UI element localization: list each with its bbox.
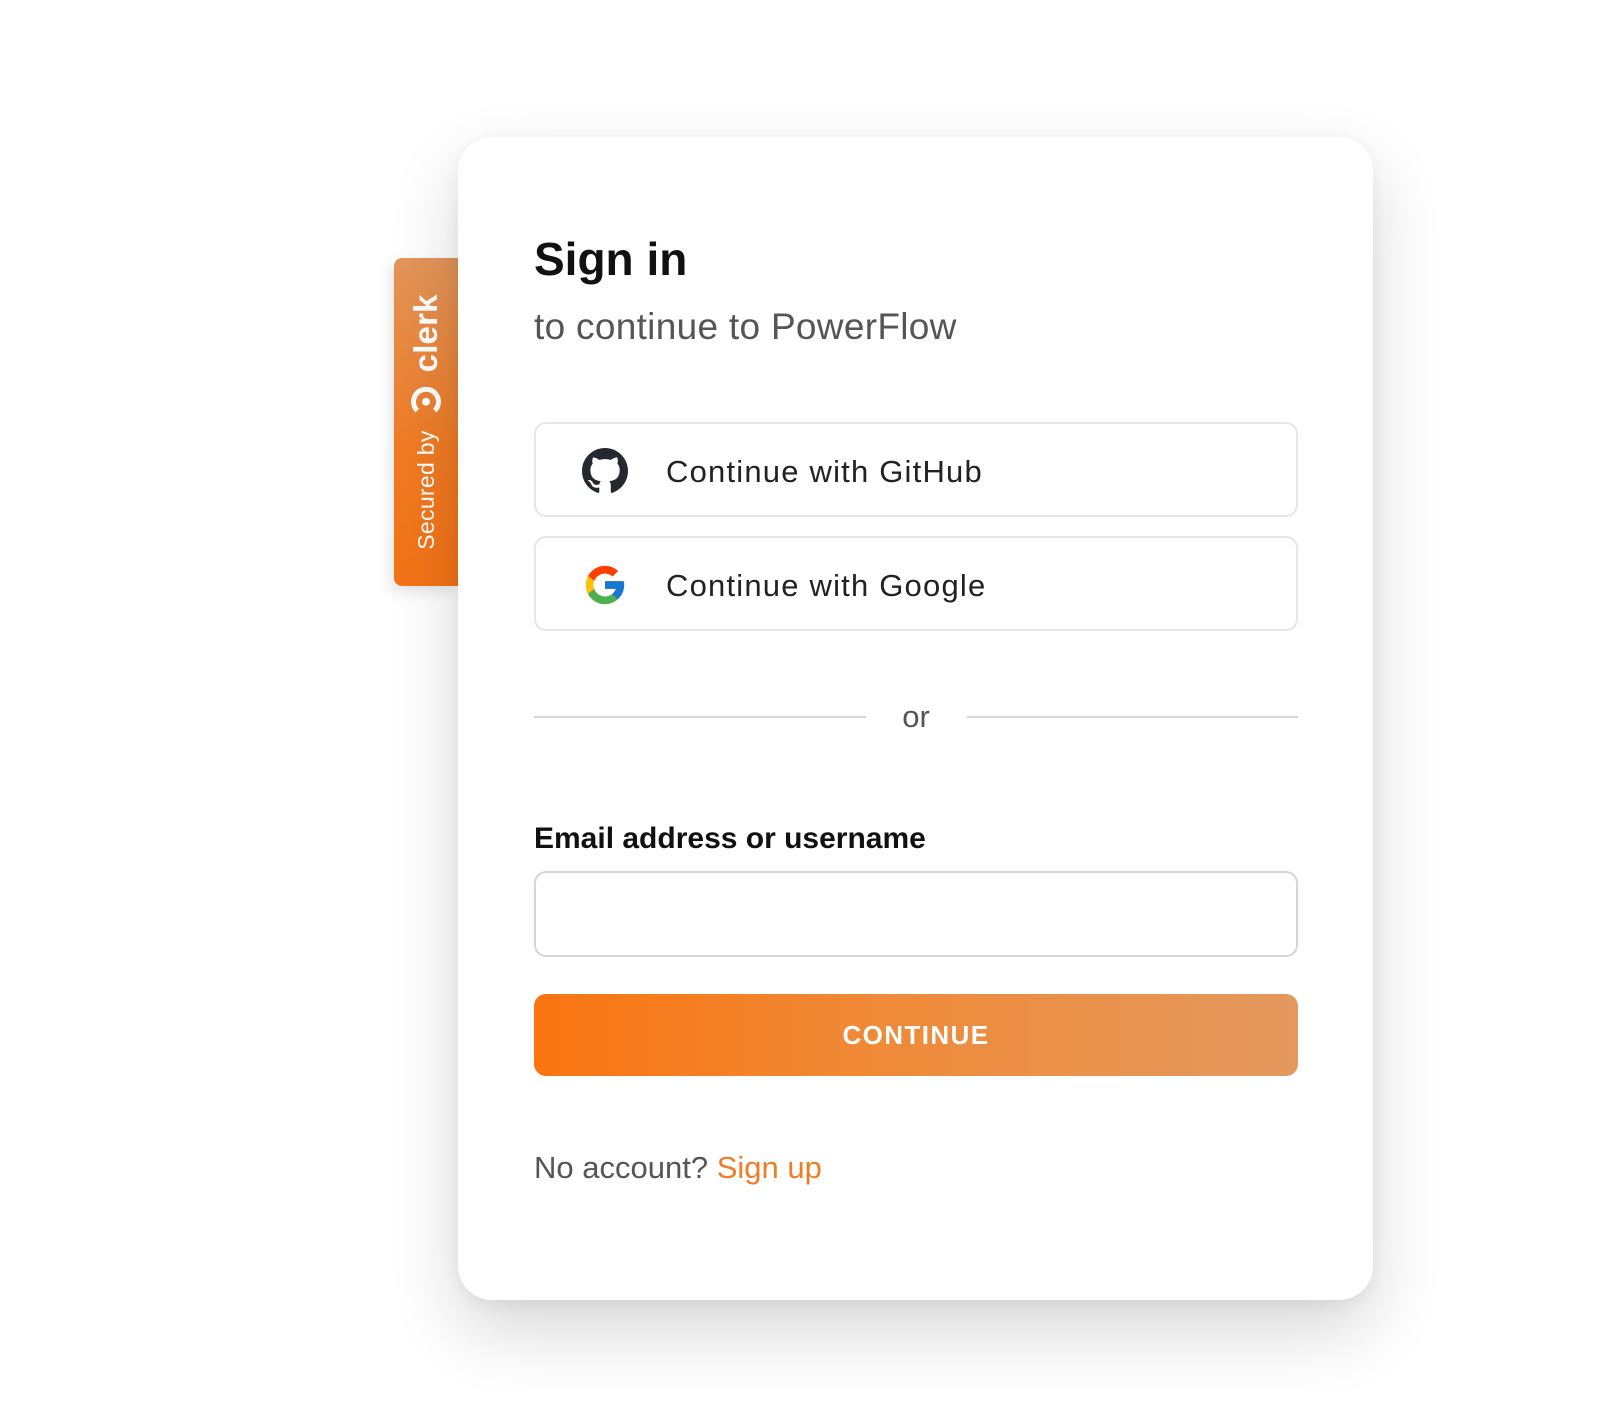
- clerk-logo-icon: [411, 386, 441, 417]
- google-icon: [585, 565, 625, 605]
- email-field-label: Email address or username: [534, 822, 926, 855]
- or-divider: or: [534, 697, 1298, 735]
- no-account-text: No account?: [534, 1150, 709, 1185]
- continue-with-google-button[interactable]: Continue with Google: [534, 536, 1298, 631]
- page-subtitle: to continue to PowerFlow: [534, 306, 957, 347]
- github-icon: [582, 448, 628, 493]
- divider-line-right: [967, 716, 1298, 718]
- badge-content: Secured by clerk: [407, 294, 445, 549]
- github-button-label: Continue with GitHub: [666, 454, 983, 489]
- sign-in-card: Sign in to continue to PowerFlow Continu…: [458, 137, 1373, 1300]
- page-title: Sign in: [534, 233, 688, 285]
- email-field[interactable]: [534, 871, 1298, 957]
- continue-with-github-button[interactable]: Continue with GitHub: [534, 422, 1298, 517]
- sign-up-prompt: No account? Sign up: [534, 1150, 822, 1186]
- google-button-label: Continue with Google: [666, 568, 987, 603]
- secured-by-clerk-badge[interactable]: Secured by clerk: [394, 258, 458, 586]
- badge-secured-text: Secured by: [412, 430, 439, 550]
- sign-up-link[interactable]: Sign up: [717, 1150, 822, 1185]
- continue-button[interactable]: CONTINUE: [534, 994, 1298, 1076]
- badge-brand-text: clerk: [407, 294, 444, 373]
